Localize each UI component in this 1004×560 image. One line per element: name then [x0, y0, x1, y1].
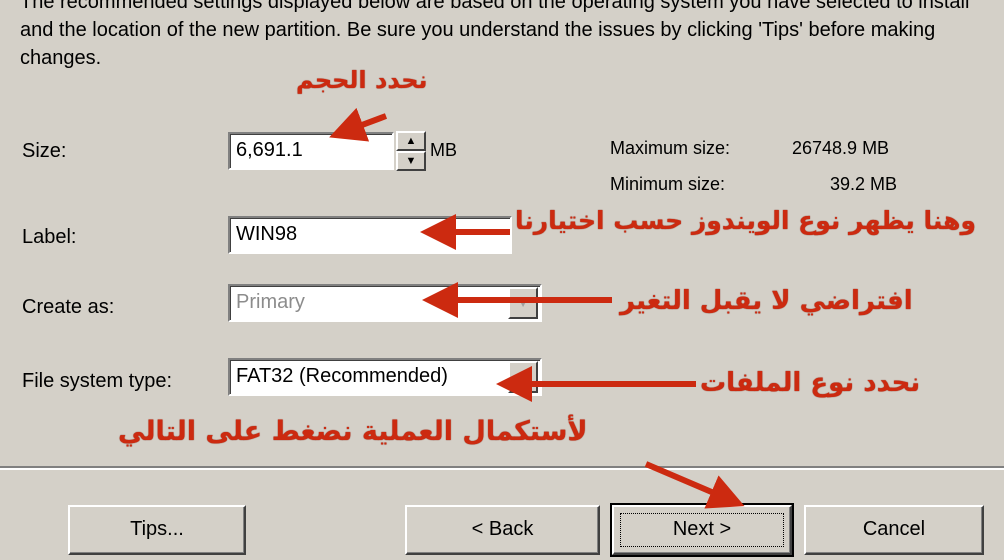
- annotation-arrows: [329, 107, 745, 509]
- arrow-size: [329, 107, 388, 142]
- arrow-next: [644, 461, 745, 509]
